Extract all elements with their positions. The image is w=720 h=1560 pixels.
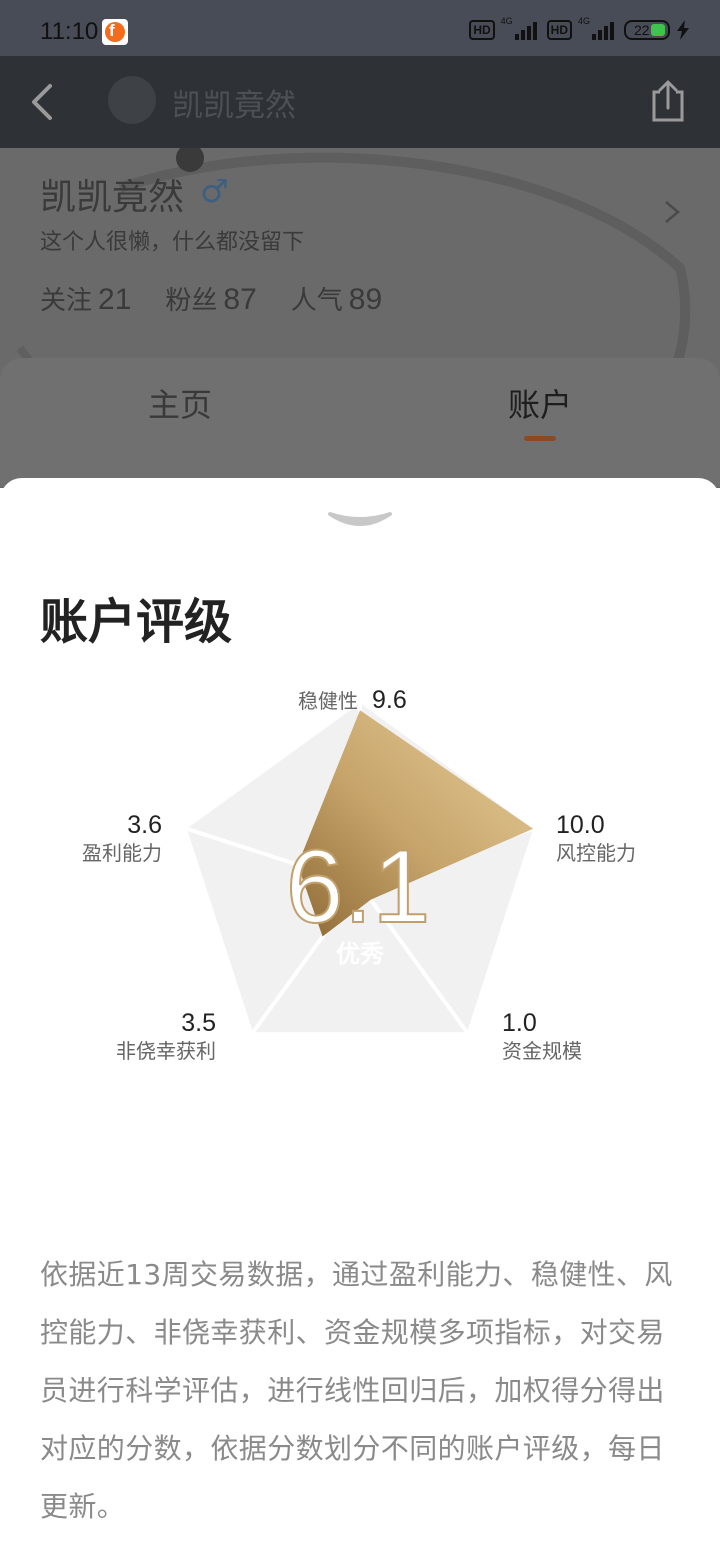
tab-account[interactable]: 账户	[508, 380, 572, 426]
gender-male-icon: ♂	[200, 172, 229, 210]
hd-icon: HD	[469, 20, 495, 40]
radar-value-stability: 9.6	[372, 686, 407, 714]
radar-value-capital-scale: 1.0	[502, 1009, 537, 1037]
chevron-right-icon[interactable]	[660, 198, 684, 226]
share-icon[interactable]	[648, 78, 688, 124]
profile-name: 凯凯竟然	[40, 177, 185, 218]
radar-value-profitability: 3.6	[127, 811, 162, 839]
radar-label-profitability: 盈利能力	[82, 841, 162, 865]
rating-radar-chart: 稳健性 9.6 风控能力10.0 资金规模1.0 非侥幸获利3.5 盈利能力3.6 6.1…	[82, 686, 636, 1063]
tab-home[interactable]: 主页	[148, 380, 212, 426]
radar-label-capital-scale: 资金规模	[502, 1039, 582, 1063]
radar-value-non-luck-profit: 3.5	[181, 1009, 216, 1037]
app-notification-icon: f	[102, 19, 128, 45]
rating-description: 依据近13周交易数据，通过盈利能力、稳健性、风控能力、非侥幸获利、资金规模多项指…	[40, 1258, 673, 1523]
top-toolbar: 凯凯竟然	[0, 56, 720, 148]
rating-score: 6.1	[286, 829, 431, 945]
radar-label-risk-control: 风控能力	[556, 841, 636, 865]
stat-followers[interactable]: 粉丝 87	[165, 280, 256, 317]
tab-active-indicator	[524, 436, 556, 441]
profile-stats: 关注 21 粉丝 87 人气 89	[40, 280, 382, 317]
signal-icon: 4G	[578, 16, 618, 40]
status-time: 11:10	[40, 18, 99, 45]
account-rating-sheet: 账户评级 稳健性 9.6 风控能力 10.0 资金规模 1.0 非侥幸获利 3.5 盈利能力 3.…	[0, 478, 720, 1560]
battery-icon: 22	[624, 20, 670, 40]
radar-label-non-luck-profit: 非侥幸获利	[116, 1039, 216, 1063]
radar-value-risk-control: 10.0	[556, 811, 605, 839]
back-icon[interactable]	[24, 80, 64, 124]
hd-icon: HD	[546, 20, 572, 40]
toolbar-title: 凯凯竟然	[172, 88, 296, 124]
sheet-title: 账户评级	[40, 594, 233, 650]
charging-icon	[677, 20, 689, 40]
status-bar: 11:10 f HD 4G HD 4G 22	[0, 0, 720, 56]
signal-icon: 4G	[501, 16, 541, 40]
rating-grade: 优秀	[336, 940, 384, 968]
avatar[interactable]	[108, 76, 156, 124]
status-icons: HD 4G HD 4G 22	[469, 16, 690, 40]
profile-tabs: 主页 账户	[0, 358, 720, 488]
stat-following[interactable]: 关注 21	[40, 280, 131, 317]
profile-bio: 这个人很懒，什么都没留下	[40, 230, 305, 255]
stat-popularity: 人气 89	[290, 283, 383, 316]
collapse-chevron-icon[interactable]	[324, 508, 396, 534]
radar-label-stability: 稳健性	[298, 689, 358, 713]
